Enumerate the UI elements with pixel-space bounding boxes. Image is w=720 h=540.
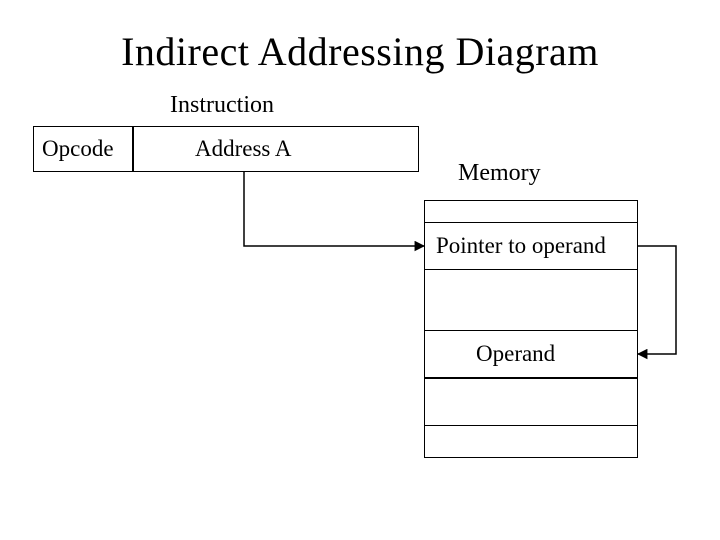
page-title: Indirect Addressing Diagram (0, 28, 720, 75)
address-label: Address A (195, 136, 291, 162)
instruction-label: Instruction (170, 92, 274, 119)
opcode-label: Opcode (42, 136, 114, 162)
pointer-label: Pointer to operand (436, 233, 606, 259)
memory-label: Memory (458, 160, 541, 187)
operand-label: Operand (476, 341, 555, 367)
diagram-stage: Indirect Addressing Diagram Instruction … (0, 0, 720, 540)
arrow-address-to-pointer (244, 172, 424, 246)
arrow-pointer-to-operand (638, 246, 676, 354)
memory-cell-empty (424, 378, 638, 426)
